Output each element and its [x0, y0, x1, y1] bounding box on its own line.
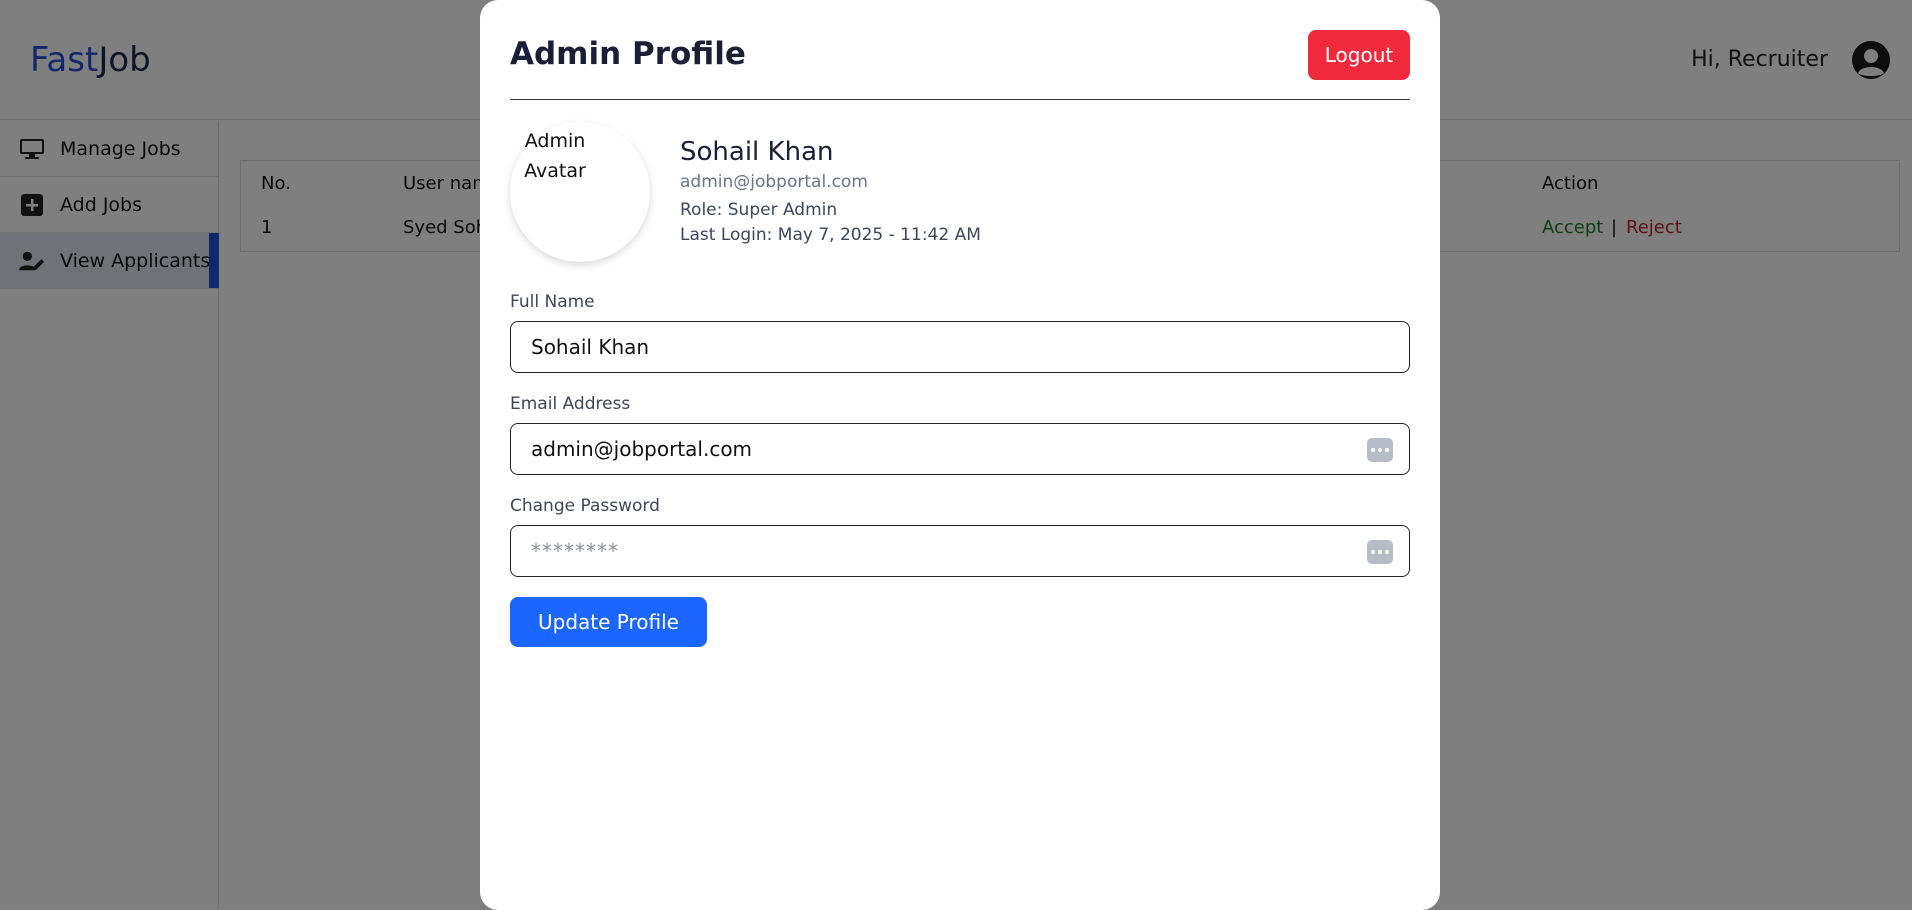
profile-role: Role: Super Admin — [680, 200, 838, 220]
admin-avatar: Admin Avatar — [510, 122, 650, 262]
full-name-input[interactable] — [531, 335, 1351, 359]
logout-button[interactable]: Logout — [1308, 30, 1410, 80]
email-input[interactable] — [531, 437, 1351, 461]
avatar-alt-text: Admin Avatar — [524, 130, 586, 182]
email-label: Email Address — [510, 394, 631, 414]
header-divider — [510, 99, 1410, 100]
profile-email: admin@jobportal.com — [680, 172, 868, 192]
full-name-label: Full Name — [510, 292, 595, 312]
password-label: Change Password — [510, 496, 660, 516]
profile-name: Sohail Khan — [680, 137, 834, 167]
full-name-field-wrapper — [510, 321, 1410, 373]
email-field-wrapper — [510, 423, 1410, 475]
password-input[interactable] — [531, 539, 1351, 563]
autofill-dots-icon[interactable] — [1367, 438, 1393, 462]
update-profile-button[interactable]: Update Profile — [510, 597, 707, 647]
autofill-dots-icon[interactable] — [1367, 540, 1393, 564]
modal-title: Admin Profile — [510, 36, 746, 72]
password-field-wrapper — [510, 525, 1410, 577]
profile-last-login: Last Login: May 7, 2025 - 11:42 AM — [680, 225, 981, 245]
admin-profile-modal: Admin Profile Logout Admin Avatar Sohail… — [480, 0, 1440, 910]
